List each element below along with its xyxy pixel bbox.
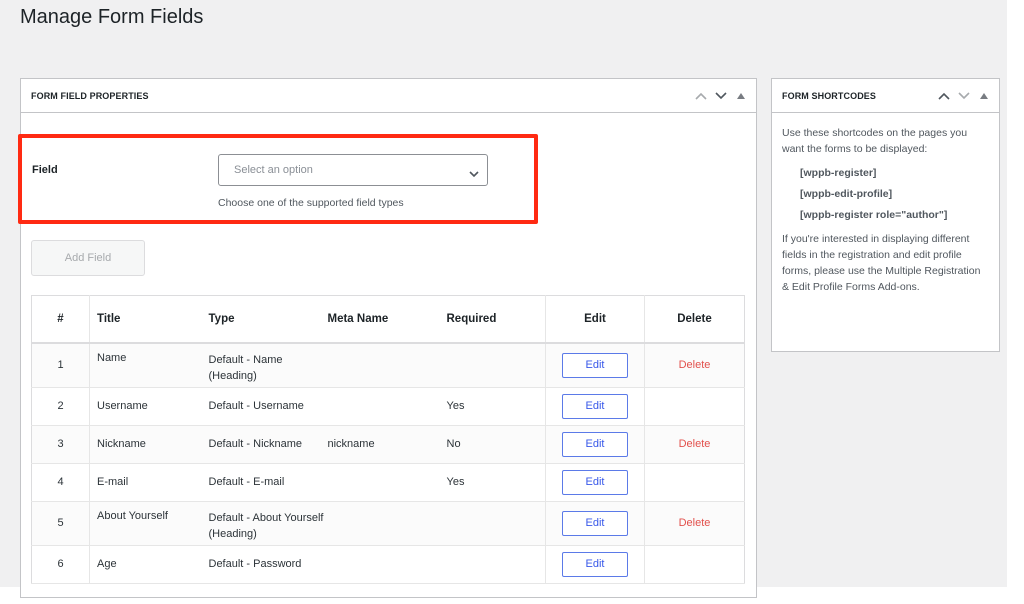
row-type: Default - Username [208, 387, 328, 426]
shortcode-item: [wppb-register] [800, 167, 877, 179]
table-row: 5 About Yourself Default - About Yoursel… [31, 501, 745, 546]
edit-button[interactable]: Edit [562, 393, 628, 419]
row-type: Default - About Yourself (Heading) [208, 501, 328, 546]
row-title: Name [89, 343, 209, 388]
row-number: 6 [31, 545, 90, 584]
page-title: Manage Form Fields [20, 6, 204, 28]
row-meta-name [327, 501, 447, 546]
panel-title: FORM SHORTCODES [782, 90, 877, 101]
row-title: Username [89, 387, 209, 426]
row-required [446, 501, 546, 546]
row-type: Default - Nickname [208, 425, 328, 464]
triangle-up-icon[interactable] [734, 89, 748, 103]
row-meta-name [327, 545, 447, 584]
row-title: About Yourself [89, 501, 209, 546]
row-number: 5 [31, 501, 90, 546]
column-header-required: Required [446, 295, 546, 344]
panel-controls [694, 79, 748, 112]
shortcode-item: [wppb-edit-profile] [800, 188, 893, 200]
row-number: 3 [31, 425, 90, 464]
chevron-up-icon[interactable] [694, 89, 708, 103]
row-meta-name [327, 387, 447, 426]
shortcode-item: [wppb-register role="author"] [800, 209, 948, 221]
table-row: 4 E-mail Default - E-mail Yes Edit [31, 463, 745, 502]
row-meta-name: nickname [327, 425, 447, 464]
edit-button[interactable]: Edit [562, 352, 628, 378]
row-number: 1 [31, 343, 90, 388]
row-meta-name [327, 343, 447, 388]
column-header-number: # [31, 295, 90, 344]
row-title: E-mail [89, 463, 209, 502]
table-row: 2 Username Default - Username Yes Edit [31, 387, 745, 426]
row-required [446, 343, 546, 388]
add-field-button[interactable]: Add Field [31, 240, 145, 276]
row-type: Default - Password [208, 545, 328, 584]
chevron-down-icon[interactable] [714, 89, 728, 103]
shortcodes-body: Use these shortcodes on the pages you wa… [772, 113, 999, 305]
delete-link[interactable]: Delete [679, 359, 711, 371]
table-header-row: # Title Type Meta Name Required Edit Del… [31, 295, 745, 344]
edit-button[interactable]: Edit [562, 469, 628, 495]
delete-link[interactable]: Delete [679, 438, 711, 450]
column-header-edit: Edit [545, 295, 645, 344]
column-header-meta-name: Meta Name [327, 295, 447, 344]
row-meta-name [327, 463, 447, 502]
shortcodes-note: If you're interested in displaying diffe… [782, 233, 981, 293]
highlight-annotation-box [18, 134, 538, 224]
edit-button[interactable]: Edit [562, 551, 628, 577]
triangle-up-icon[interactable] [977, 89, 991, 103]
panel-header: FORM FIELD PROPERTIES [21, 79, 756, 113]
shortcode-list: [wppb-register] [wppb-edit-profile] [wpp… [800, 165, 989, 223]
table-row: 1 Name Default - Name (Heading) Edit Del… [31, 343, 745, 388]
row-title: Age [89, 545, 209, 584]
chevron-up-icon[interactable] [937, 89, 951, 103]
panel-controls [937, 79, 991, 112]
table-row: 6 Age Default - Password Edit [31, 545, 745, 584]
row-title: Nickname [89, 425, 209, 464]
form-shortcodes-panel: FORM SHORTCODES Use these shortcodes on … [771, 78, 1000, 352]
fields-table: # Title Type Meta Name Required Edit Del… [31, 295, 745, 584]
row-required: Yes [446, 463, 546, 502]
row-number: 4 [31, 463, 90, 502]
shortcodes-intro: Use these shortcodes on the pages you wa… [782, 127, 968, 155]
chevron-down-icon[interactable] [957, 89, 971, 103]
row-required: Yes [446, 387, 546, 426]
column-header-delete: Delete [644, 295, 745, 344]
row-number: 2 [31, 387, 90, 426]
row-type: Default - E-mail [208, 463, 328, 502]
edit-button[interactable]: Edit [562, 510, 628, 536]
panel-header: FORM SHORTCODES [772, 79, 999, 113]
row-type: Default - Name (Heading) [208, 343, 328, 388]
table-row: 3 Nickname Default - Nickname nickname N… [31, 425, 745, 464]
column-header-title: Title [89, 295, 209, 344]
panel-title: FORM FIELD PROPERTIES [31, 90, 149, 101]
row-required [446, 545, 546, 584]
edit-button[interactable]: Edit [562, 431, 628, 457]
column-header-type: Type [208, 295, 328, 344]
row-required: No [446, 425, 546, 464]
delete-link[interactable]: Delete [679, 517, 711, 529]
